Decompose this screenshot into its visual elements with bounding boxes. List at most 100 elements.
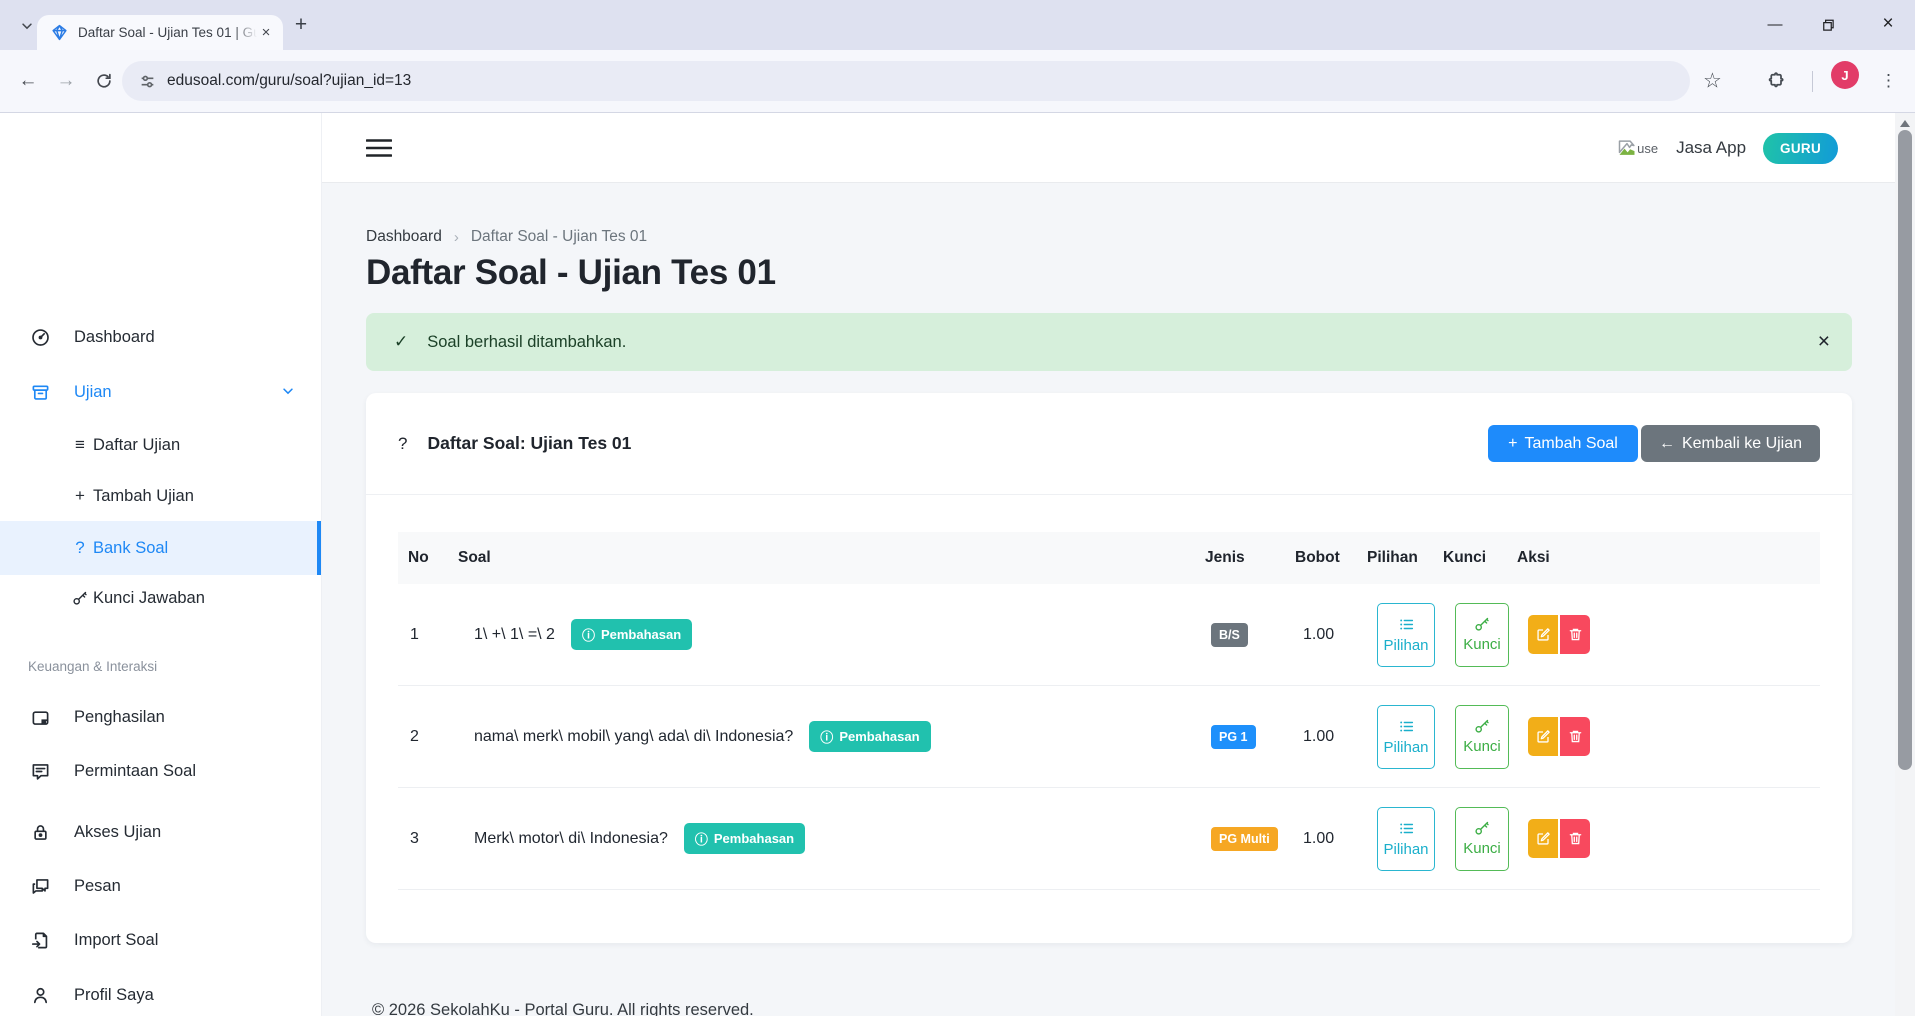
pembahasan-badge[interactable]: ⓘPembahasan	[809, 721, 930, 752]
kunci-button[interactable]: Kunci	[1455, 705, 1509, 769]
window-close-button[interactable]: ×	[1865, 0, 1911, 48]
table-row: 1 1\ +\ 1\ =\ 2 ⓘPembahasan B/S 1.00 Pil…	[398, 584, 1820, 686]
role-badge: GURU	[1763, 133, 1838, 164]
alert-close-icon[interactable]: ×	[1818, 330, 1830, 354]
jenis-badge: PG 1	[1211, 725, 1256, 749]
browser-menu-kebab-icon[interactable]: ⋮	[1880, 71, 1897, 91]
chat-square-text-icon	[30, 762, 50, 781]
sidebar-item-tambah-ujian[interactable]: + Tambah Ujian	[0, 471, 321, 521]
breadcrumb: Dashboard › Daftar Soal - Ujian Tes 01	[366, 228, 647, 246]
sidebar-item-profil-saya[interactable]: Profil Saya	[0, 970, 321, 1016]
sidebar-item-kunci-jawaban[interactable]: Kunci Jawaban	[0, 573, 321, 623]
pembahasan-badge[interactable]: ⓘ Pembahasan	[571, 619, 692, 650]
url-omnibox[interactable]: edusoal.com/guru/soal?ujian_id=13	[122, 61, 1690, 101]
browser-tab[interactable]: Daftar Soal - Ujian Tes 01 | Guru ×	[37, 15, 283, 50]
sidebar-label: Daftar Ujian	[93, 436, 180, 455]
browser-forward-button[interactable]: →	[52, 67, 80, 95]
delete-button[interactable]	[1560, 819, 1590, 858]
question-text: Merk\ motor\ di\ Indonesia?	[474, 830, 668, 848]
sidebar-label: Profil Saya	[74, 986, 154, 1005]
success-alert: ✓ Soal berhasil ditambahkan. ×	[366, 313, 1852, 371]
tab-title: Daftar Soal - Ujian Tes 01 | Guru	[78, 25, 257, 40]
bobot-value: 1.00	[1285, 830, 1357, 848]
tab-close-icon[interactable]: ×	[257, 24, 275, 42]
browser-back-button[interactable]: ←	[14, 67, 42, 95]
delete-button[interactable]	[1560, 615, 1590, 654]
sidebar-item-import-soal[interactable]: Import Soal	[0, 915, 321, 965]
edit-button[interactable]	[1528, 615, 1558, 654]
person-icon	[30, 986, 50, 1005]
browser-reload-button[interactable]	[90, 67, 118, 95]
bobot-value: 1.00	[1285, 728, 1357, 746]
user-info-group[interactable]: use Jasa App GURU	[1617, 113, 1838, 183]
card-list-icon	[1398, 718, 1415, 735]
sidebar-item-daftar-ujian[interactable]: ≡ Daftar Ujian	[0, 420, 321, 470]
sidebar-item-dashboard[interactable]: Dashboard	[0, 312, 321, 362]
lock-icon	[30, 823, 50, 842]
sidebar-item-ujian[interactable]: Ujian	[0, 367, 321, 417]
info-icon: ⓘ	[582, 625, 595, 644]
scrollbar-up-arrow[interactable]	[1900, 120, 1910, 127]
url-text: edusoal.com/guru/soal?ujian_id=13	[167, 72, 411, 90]
pembahasan-label: Pembahasan	[839, 729, 919, 744]
toolbar-separator	[1812, 71, 1813, 92]
col-header-kunci: Kunci	[1433, 549, 1507, 567]
jenis-badge: PG Multi	[1211, 827, 1278, 851]
col-header-soal: Soal	[448, 549, 1195, 567]
pilihan-label: Pilihan	[1383, 637, 1428, 654]
brand-name: Jasa App	[1676, 138, 1746, 158]
card-list-icon	[1398, 820, 1415, 837]
sidebar-label: Penghasilan	[74, 708, 165, 727]
card-title: Daftar Soal: Ujian Tes 01	[427, 433, 631, 454]
browser-profile-avatar[interactable]: J	[1831, 61, 1859, 89]
sidebar-label: Dashboard	[74, 328, 155, 347]
trash-icon	[1568, 729, 1583, 744]
pilihan-button[interactable]: Pilihan	[1377, 807, 1435, 871]
broken-avatar-image-icon: use	[1617, 138, 1663, 158]
tambah-soal-button[interactable]: + Tambah Soal	[1488, 425, 1638, 462]
page-scrollbar[interactable]	[1895, 113, 1915, 1016]
edit-button[interactable]	[1528, 717, 1558, 756]
bookmark-star-icon[interactable]: ☆	[1703, 69, 1722, 94]
kembali-ke-ujian-button[interactable]: ← Kembali ke Ujian	[1641, 425, 1820, 462]
pilihan-button[interactable]: Pilihan	[1377, 603, 1435, 667]
pembahasan-badge[interactable]: ⓘPembahasan	[684, 823, 805, 854]
sidebar-item-permintaan-soal[interactable]: Permintaan Soal	[0, 746, 321, 796]
sidebar-item-akses-ujian[interactable]: Akses Ujian	[0, 807, 321, 857]
sidebar-item-pesan[interactable]: Pesan	[0, 861, 321, 911]
card-list-icon	[1398, 616, 1415, 633]
trash-icon	[1568, 831, 1583, 846]
scrollbar-thumb[interactable]	[1898, 130, 1912, 770]
sidebar-label: Akses Ujian	[74, 823, 161, 842]
pilihan-button[interactable]: Pilihan	[1377, 705, 1435, 769]
extensions-puzzle-icon[interactable]	[1766, 71, 1786, 91]
hamburger-menu-icon[interactable]	[366, 138, 392, 158]
delete-button[interactable]	[1560, 717, 1590, 756]
breadcrumb-dashboard-link[interactable]: Dashboard	[366, 228, 442, 246]
new-tab-button[interactable]: +	[288, 12, 314, 38]
kunci-button[interactable]: Kunci	[1455, 603, 1509, 667]
sidebar-label: Tambah Ujian	[93, 487, 194, 506]
question-text: nama\ merk\ mobil\ yang\ ada\ di\ Indone…	[474, 728, 793, 746]
breadcrumb-current: Daftar Soal - Ujian Tes 01	[471, 228, 647, 246]
questions-table: No Soal Jenis Bobot Pilihan Kunci Aksi 1…	[398, 532, 1820, 890]
pencil-square-icon	[1536, 831, 1551, 846]
sidebar-label: Pesan	[74, 877, 121, 896]
row-number: 2	[398, 728, 448, 746]
sidebar-label: Bank Soal	[93, 539, 168, 558]
sidebar-item-penghasilan[interactable]: Penghasilan	[0, 692, 321, 742]
pembahasan-label: Pembahasan	[601, 627, 681, 642]
pembahasan-label: Pembahasan	[714, 831, 794, 846]
site-info-tune-icon[interactable]	[139, 73, 156, 90]
window-minimize-button[interactable]: —	[1752, 0, 1798, 48]
footer-copyright: © 2026 SekolahKu - Portal Guru. All righ…	[372, 1001, 754, 1016]
browser-tab-bar: Daftar Soal - Ujian Tes 01 | Guru × + — …	[0, 0, 1915, 50]
kunci-button[interactable]: Kunci	[1455, 807, 1509, 871]
sidebar: Dashboard Ujian ≡ Daftar Ujian + Tambah …	[0, 113, 322, 1016]
table-row: 2 nama\ merk\ mobil\ yang\ ada\ di\ Indo…	[398, 686, 1820, 788]
file-import-icon	[30, 931, 50, 950]
edit-button[interactable]	[1528, 819, 1558, 858]
sidebar-item-bank-soal[interactable]: ? Bank Soal	[0, 521, 321, 575]
window-restore-button[interactable]	[1804, 0, 1850, 48]
wallet-icon	[30, 708, 50, 727]
